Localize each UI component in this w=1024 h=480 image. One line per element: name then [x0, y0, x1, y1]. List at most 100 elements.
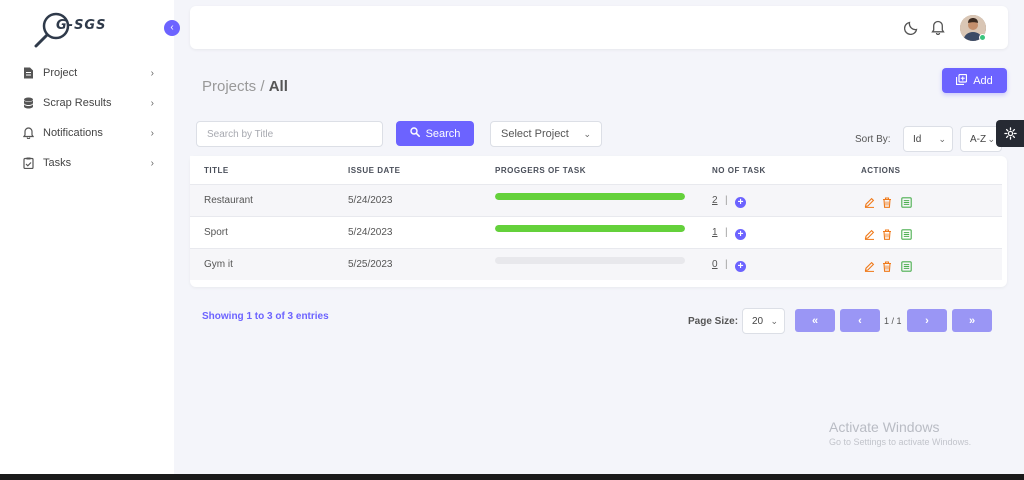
- sort-field-value: Id: [913, 133, 922, 145]
- table-row: Gym it 5/25/2023 0 | +: [190, 248, 1002, 280]
- progress-fill: [495, 225, 685, 232]
- column-header: ACTIONS: [861, 166, 901, 175]
- task-count-link[interactable]: 2: [712, 195, 718, 206]
- table-row: Sport 5/24/2023 1 | +: [190, 216, 1002, 248]
- bell-icon[interactable]: [929, 18, 947, 36]
- activation-watermark-subtitle: Go to Settings to activate Windows.: [829, 437, 972, 447]
- task-progress-bar: [495, 193, 685, 200]
- double-chevron-left-icon: «: [811, 314, 819, 327]
- add-task-button[interactable]: +: [735, 229, 746, 240]
- chevron-right-icon: ›: [150, 157, 154, 169]
- column-header: NO OF TASK: [712, 166, 766, 175]
- delete-icon[interactable]: [881, 260, 893, 272]
- prev-page-button[interactable]: ‹: [840, 309, 880, 332]
- bell-icon: [22, 127, 34, 139]
- sort-field-select[interactable]: Id ⌄: [903, 126, 953, 152]
- task-separator: |: [725, 227, 728, 238]
- breadcrumb: Projects / All: [202, 78, 288, 95]
- page-info: 1 / 1: [884, 316, 902, 326]
- sidebar-item-tasks[interactable]: Tasks ›: [0, 148, 174, 178]
- project-select-value: Select Project: [501, 128, 569, 140]
- chevron-down-icon: ⌄: [938, 134, 946, 144]
- chevron-left-icon: ‹: [858, 314, 862, 327]
- topbar: [190, 6, 1008, 49]
- sort-by-label: Sort By:: [855, 134, 891, 145]
- clipboard-icon: [22, 157, 34, 169]
- next-page-button[interactable]: ›: [907, 309, 947, 332]
- edit-icon[interactable]: [863, 260, 875, 272]
- details-icon[interactable]: [900, 260, 912, 272]
- table-header: TITLE ISSUE DATE PROGGERS OF TASK NO OF …: [190, 156, 1002, 184]
- sidebar-item-label: Scrap Results: [43, 97, 112, 109]
- cell-issue-date: 5/24/2023: [348, 227, 393, 238]
- column-header: TITLE: [204, 166, 229, 175]
- logo-text: G-SGS: [56, 18, 107, 33]
- first-page-button[interactable]: «: [795, 309, 835, 332]
- table-row: Restaurant 5/24/2023 2 | +: [190, 184, 1002, 216]
- task-progress-bar: [495, 225, 685, 232]
- sidebar-collapse-button[interactable]: ‹: [164, 20, 180, 36]
- sidebar-item-label: Notifications: [43, 127, 103, 139]
- cell-title: Restaurant: [204, 195, 253, 206]
- progress-fill: [495, 193, 685, 200]
- search-button-label: Search: [425, 127, 461, 140]
- moon-icon[interactable]: [902, 18, 920, 36]
- task-progress-bar: [495, 257, 685, 264]
- chevron-down-icon: ⌄: [770, 316, 778, 326]
- cell-issue-date: 5/24/2023: [348, 195, 393, 206]
- project-select[interactable]: Select Project ⌄: [490, 121, 602, 147]
- sidebar-item-label: Project: [43, 67, 78, 79]
- sidebar-item-project[interactable]: Project ›: [0, 58, 174, 88]
- page-size-select[interactable]: 20 ⌄: [742, 308, 785, 334]
- entries-summary: Showing 1 to 3 of 3 entries: [202, 311, 329, 322]
- page-size-value: 20: [752, 315, 764, 327]
- double-chevron-right-icon: »: [968, 314, 976, 327]
- search-input[interactable]: [196, 121, 383, 147]
- search-icon: [409, 127, 420, 140]
- search-button[interactable]: Search: [396, 121, 474, 146]
- last-page-button[interactable]: »: [952, 309, 992, 332]
- sidebar-item-label: Tasks: [43, 157, 72, 169]
- sidebar-item-notifications[interactable]: Notifications ›: [0, 118, 174, 148]
- activation-watermark-title: Activate Windows: [829, 419, 940, 435]
- chevron-left-icon: ‹: [170, 22, 174, 33]
- add-copy-icon: [956, 73, 968, 88]
- online-status-badge: [979, 34, 986, 41]
- sidebar-item-scrap-results[interactable]: Scrap Results ›: [0, 88, 174, 118]
- database-icon: [22, 97, 34, 109]
- sort-order-value: A-Z: [970, 133, 987, 145]
- add-task-button[interactable]: +: [735, 197, 746, 208]
- sidebar-nav: Project › Scrap Results › Notifications …: [0, 58, 174, 178]
- sidebar: G-SGS Project › Scrap Results › Notifica…: [0, 0, 174, 474]
- breadcrumb-current: All: [268, 78, 288, 95]
- logo[interactable]: G-SGS: [34, 10, 114, 50]
- details-icon[interactable]: [900, 196, 912, 208]
- breadcrumb-separator: /: [260, 78, 265, 95]
- cell-issue-date: 5/25/2023: [348, 259, 393, 270]
- gear-icon: [1003, 127, 1017, 140]
- delete-icon[interactable]: [881, 228, 893, 240]
- add-button-label: Add: [973, 74, 993, 87]
- task-separator: |: [725, 195, 728, 206]
- document-icon: [22, 67, 34, 79]
- column-header: ISSUE DATE: [348, 166, 401, 175]
- chevron-right-icon: ›: [150, 67, 154, 79]
- edit-icon[interactable]: [863, 196, 875, 208]
- chevron-right-icon: ›: [925, 314, 929, 327]
- breadcrumb-section[interactable]: Projects: [202, 78, 256, 95]
- page-size-label: Page Size:: [688, 316, 739, 327]
- edit-icon[interactable]: [863, 228, 875, 240]
- task-count-link[interactable]: 1: [712, 227, 718, 238]
- settings-button[interactable]: [996, 120, 1024, 147]
- add-button[interactable]: Add: [942, 68, 1007, 93]
- details-icon[interactable]: [900, 228, 912, 240]
- chevron-right-icon: ›: [150, 97, 154, 109]
- cell-title: Gym it: [204, 259, 233, 270]
- projects-table-card: TITLE ISSUE DATE PROGGERS OF TASK NO OF …: [190, 156, 1007, 287]
- add-task-button[interactable]: +: [735, 261, 746, 272]
- task-count-link[interactable]: 0: [712, 259, 718, 270]
- delete-icon[interactable]: [881, 196, 893, 208]
- chevron-down-icon: ⌄: [583, 129, 591, 139]
- cell-title: Sport: [204, 227, 228, 238]
- chevron-right-icon: ›: [150, 127, 154, 139]
